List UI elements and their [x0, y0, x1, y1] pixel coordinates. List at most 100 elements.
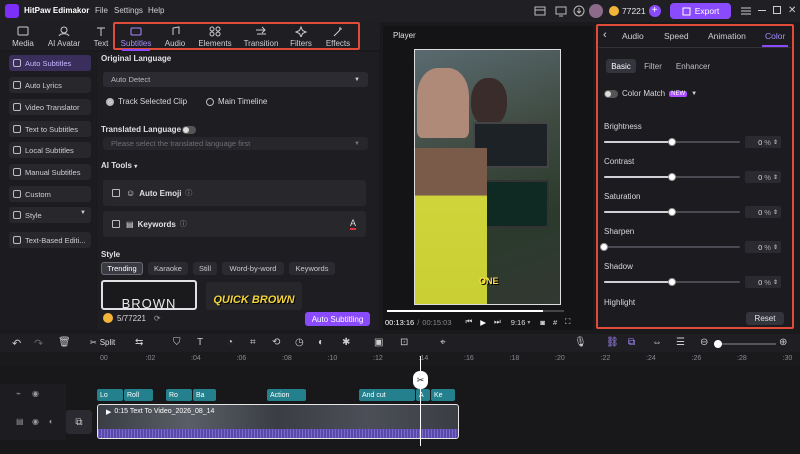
microphone-icon[interactable]: 🎙	[574, 337, 587, 349]
tool-audio[interactable]: Audio	[162, 24, 188, 48]
subtitle-clip[interactable]: Ro	[166, 389, 192, 401]
tool-elements[interactable]: Elements	[196, 24, 234, 48]
menu-help[interactable]: Help	[148, 6, 164, 15]
subtitle-clip[interactable]: And cut	[359, 389, 415, 401]
split-button[interactable]: ✂ Split	[90, 338, 115, 347]
keywords-row[interactable]: ▤ Keywords ⓘ A	[103, 211, 366, 237]
keywords-checkbox[interactable]	[112, 220, 120, 228]
style-tab-keywords[interactable]: Keywords	[289, 262, 335, 275]
sharpen-slider[interactable]	[600, 243, 740, 251]
layout-icon[interactable]	[533, 4, 547, 18]
brightness-value-input[interactable]: 0% ⇕	[745, 136, 781, 148]
undo-icon[interactable]: ↶	[12, 337, 24, 350]
delete-icon[interactable]: 🗑	[58, 337, 71, 349]
shadow-slider[interactable]	[604, 278, 740, 286]
saturation-slider[interactable]	[604, 208, 740, 216]
reset-button[interactable]: Reset	[746, 312, 784, 325]
maximize-icon[interactable]	[773, 6, 781, 14]
stepper-icon[interactable]: ⇕	[773, 244, 778, 251]
shield-icon[interactable]: ⛉	[173, 337, 185, 349]
subtitle-clip[interactable]: Ke	[431, 389, 455, 401]
fullscreen-icon[interactable]: ⛶	[565, 317, 570, 327]
text-color-icon[interactable]: A	[349, 218, 356, 230]
sharpen-value-input[interactable]: 0% ⇕	[745, 241, 781, 253]
prev-frame-icon[interactable]: ⏮	[466, 317, 473, 327]
export-button[interactable]: Export	[670, 3, 731, 19]
link-icon[interactable]: ⛓	[606, 337, 619, 349]
crop-icon[interactable]: ⌗	[250, 337, 262, 349]
next-frame-icon[interactable]: ⏭	[494, 317, 501, 327]
mask-icon[interactable]: ◐	[318, 337, 330, 349]
subtitle-clip[interactable]: Lo	[97, 389, 123, 401]
auto-emoji-checkbox[interactable]	[112, 189, 120, 197]
sidebar-item-style[interactable]: Style ▼	[9, 207, 91, 223]
zoom-in-icon[interactable]: ⊕	[779, 337, 791, 349]
radio-track-selected-clip[interactable]: Track Selected Clip	[106, 97, 187, 106]
sidebar-item-manual-subtitles[interactable]: Manual Subtitles	[9, 164, 91, 180]
camera-icon[interactable]: ◙	[540, 318, 545, 327]
info-icon[interactable]: ⓘ	[185, 188, 192, 198]
style-preview-2[interactable]: QUICK BROWN	[206, 282, 302, 310]
refresh-icon[interactable]: ⟳	[154, 314, 161, 323]
monitor-icon[interactable]	[554, 4, 568, 18]
brightness-slider[interactable]	[604, 138, 740, 146]
shadow-slider-knob[interactable]	[668, 278, 676, 286]
auto-emoji-row[interactable]: ☺ Auto Emoji ⓘ	[103, 180, 366, 206]
shadow-value-input[interactable]: 0% ⇕	[745, 276, 781, 288]
trim-icon[interactable]: ⇆	[135, 337, 147, 349]
radio-main-timeline[interactable]: Main Timeline	[206, 97, 267, 106]
playhead-scissors-icon[interactable]: ✂	[413, 371, 428, 389]
aspect-ratio-select[interactable]: 9:16	[511, 318, 526, 327]
track-lock-icon[interactable]: ▤	[16, 417, 24, 426]
contrast-slider-knob[interactable]	[668, 173, 676, 181]
subtitle-clip[interactable]: Action	[267, 389, 306, 401]
subtitle-clip[interactable]: A	[416, 389, 430, 401]
marker-icon[interactable]: ⌖	[440, 337, 452, 349]
playhead[interactable]	[420, 356, 421, 446]
menu-settings[interactable]: Settings	[114, 6, 143, 15]
sidebar-item-auto-subtitles[interactable]: Auto Subtitles	[9, 55, 91, 71]
tool-media[interactable]: Media	[10, 24, 36, 48]
play-icon[interactable]: ▶	[480, 318, 486, 327]
tool-ai-avatar[interactable]: AI Avatar	[44, 24, 84, 48]
back-icon[interactable]: ‹	[603, 29, 607, 41]
text-tool-icon[interactable]: T	[197, 337, 209, 349]
sidebar-item-text-based-editing[interactable]: Text-Based Editi...	[9, 232, 91, 248]
rotate-icon[interactable]: ⟲	[272, 337, 284, 349]
tool-text[interactable]: Text	[91, 24, 111, 48]
track-icon[interactable]: ☰	[676, 337, 688, 349]
brightness-slider-knob[interactable]	[668, 138, 676, 146]
effect-icon[interactable]: ✱	[342, 337, 354, 349]
contrast-slider[interactable]	[604, 173, 740, 181]
info-icon[interactable]: ⓘ	[180, 219, 187, 229]
sidebar-item-local-subtitles[interactable]: Local Subtitles	[9, 142, 91, 158]
snap-icon[interactable]: ⧉	[628, 337, 640, 349]
tab-animation[interactable]: Animation	[708, 31, 746, 41]
stepper-icon[interactable]: ⇕	[773, 279, 778, 286]
tool-filters[interactable]: Filters	[288, 24, 314, 48]
crop-frame[interactable]	[414, 49, 561, 305]
color-match-dropdown-icon[interactable]: ▼	[691, 91, 697, 97]
freeze-icon[interactable]: ◷	[295, 337, 307, 349]
style-tab-still[interactable]: Still	[193, 262, 217, 275]
tab-speed[interactable]: Speed	[664, 31, 689, 41]
avatar[interactable]	[589, 4, 603, 18]
stepper-icon[interactable]: ⇕	[773, 209, 778, 216]
color-match-toggle[interactable]	[604, 89, 618, 98]
subtab-basic[interactable]: Basic	[606, 59, 636, 73]
saturation-value-input[interactable]: 0% ⇕	[745, 206, 781, 218]
translated-language-toggle[interactable]	[182, 126, 196, 134]
tab-color[interactable]: Color	[765, 31, 785, 41]
speed-icon[interactable]: ◔	[227, 337, 239, 349]
menu-file[interactable]: File	[95, 6, 108, 15]
zoom-slider[interactable]	[714, 340, 776, 348]
track-visibility-icon[interactable]: ◉	[32, 389, 39, 398]
contrast-value-input[interactable]: 0% ⇕	[745, 171, 781, 183]
redo-icon[interactable]: ↷	[34, 337, 46, 350]
style-preview-1[interactable]: BROWN	[101, 280, 197, 310]
tool-effects[interactable]: Effects	[322, 24, 354, 48]
tab-audio[interactable]: Audio	[622, 31, 644, 41]
track-visibility-icon[interactable]: ◉	[32, 417, 39, 426]
saturation-slider-knob[interactable]	[668, 208, 676, 216]
subtitle-clip[interactable]: Roll	[124, 389, 153, 401]
